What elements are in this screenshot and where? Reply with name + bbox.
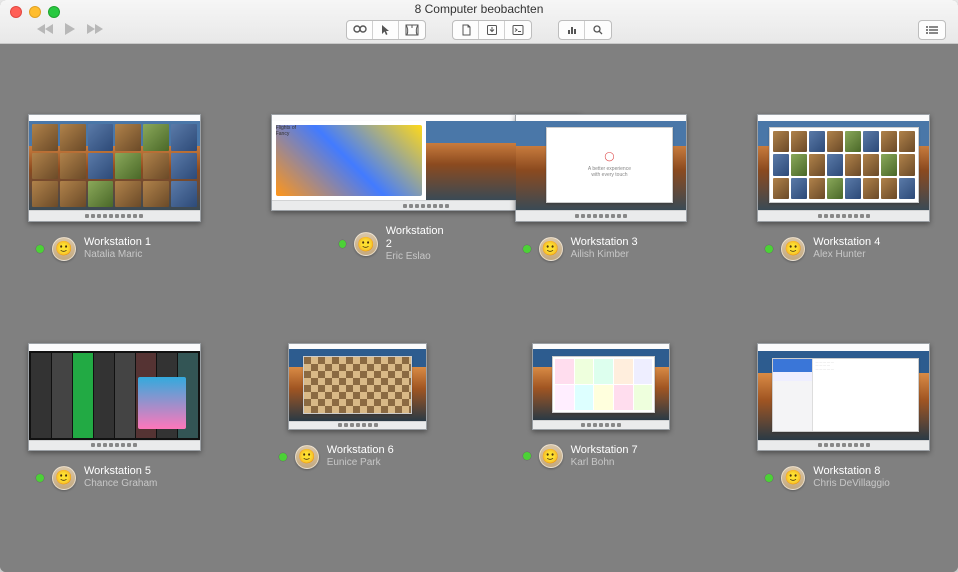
copy-button[interactable] [453, 21, 479, 39]
avatar: 🙂 [781, 466, 805, 490]
computer-cell[interactable]: ◯ A better experiencewith every touch 🙂 … [515, 114, 688, 261]
avatar: 🙂 [539, 444, 563, 468]
workstation-user: Chance Graham [84, 478, 157, 490]
avatar: 🙂 [295, 445, 319, 469]
file-segment [452, 20, 532, 40]
spotlight-button[interactable] [585, 21, 611, 39]
window-title: 8 Computer beobachten [0, 2, 958, 16]
screen-thumbnail[interactable]: ― ― ― ― ―― ― ― ―― ― ― ― ― [757, 343, 930, 451]
workstation-name: Workstation 5 [84, 465, 157, 478]
control-button[interactable] [373, 21, 399, 39]
report-segment [558, 20, 612, 40]
workstation-user: Alex Hunter [813, 249, 880, 261]
computer-cell[interactable]: 🙂 Workstation 4 Alex Hunter [757, 114, 930, 261]
workstation-name: Workstation 1 [84, 236, 151, 249]
screen-thumbnail[interactable] [532, 343, 670, 429]
status-indicator [36, 245, 44, 253]
status-indicator [765, 245, 773, 253]
screen-thumbnail[interactable] [757, 114, 930, 222]
screen-thumbnail[interactable] [28, 114, 201, 222]
workstation-user: Karl Bohn [571, 457, 638, 469]
computer-cell[interactable]: Flights ofFancy 🙂 Workstation 2 Eric Esl… [271, 114, 445, 263]
unix-button[interactable] [505, 21, 531, 39]
list-view-segment [918, 20, 946, 40]
observe-button[interactable] [347, 21, 373, 39]
computer-cell[interactable]: 🙂 Workstation 6 Eunice Park [271, 343, 445, 469]
status-indicator [765, 474, 773, 482]
avatar: 🙂 [52, 466, 76, 490]
computer-cell[interactable]: 🙂 Workstation 1 Natalia Maric [28, 114, 201, 261]
workstation-user: Eric Eslao [386, 251, 445, 263]
workstation-user: Eunice Park [327, 457, 394, 469]
status-indicator [279, 453, 287, 461]
workstation-name: Workstation 7 [571, 444, 638, 457]
status-indicator [339, 240, 346, 248]
computer-cell[interactable]: 🙂 Workstation 7 Karl Bohn [515, 343, 688, 469]
curtain-button[interactable] [399, 21, 425, 39]
screen-thumbnail[interactable]: ◯ A better experiencewith every touch [515, 114, 688, 222]
workstation-name: Workstation 6 [327, 444, 394, 457]
avatar: 🙂 [354, 232, 378, 256]
status-indicator [36, 474, 44, 482]
avatar: 🙂 [52, 237, 76, 261]
workstation-user: Natalia Maric [84, 249, 151, 261]
workstation-name: Workstation 3 [571, 236, 638, 249]
status-indicator [523, 245, 531, 253]
workstation-user: Chris DeVillaggio [813, 478, 890, 490]
workstation-user: Ailish Kimber [571, 249, 638, 261]
toolbar [0, 20, 958, 40]
install-button[interactable] [479, 21, 505, 39]
computer-cell[interactable]: ― ― ― ― ―― ― ― ―― ― ― ― ― 🙂 Workstation … [757, 343, 930, 490]
workstation-name: Workstation 4 [813, 236, 880, 249]
reports-button[interactable] [559, 21, 585, 39]
screen-thumbnail[interactable] [288, 343, 427, 430]
workstation-name: Workstation 8 [813, 465, 890, 478]
observe-window: 8 Computer beobachten [0, 0, 958, 572]
list-view-button[interactable] [919, 21, 945, 39]
status-indicator [523, 452, 531, 460]
titlebar: 8 Computer beobachten [0, 0, 958, 44]
workstation-name: Workstation 2 [386, 225, 445, 251]
avatar: 🙂 [781, 237, 805, 261]
computer-cell[interactable]: 🙂 Workstation 5 Chance Graham [28, 343, 201, 490]
view-mode-segment [346, 20, 426, 40]
avatar: 🙂 [539, 237, 563, 261]
screen-thumbnail[interactable] [28, 343, 201, 451]
observe-grid-area[interactable]: 🙂 Workstation 1 Natalia Maric Flights of… [0, 44, 958, 572]
